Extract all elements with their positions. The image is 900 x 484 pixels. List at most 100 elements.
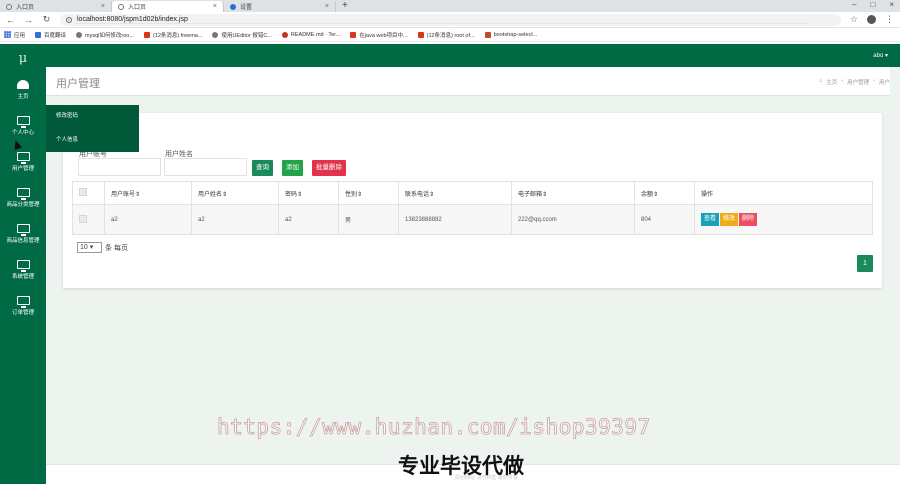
select-all-checkbox[interactable] [79,188,87,196]
sidebar-item-order-management[interactable]: 订单管理 [0,288,46,324]
page-size-suffix: 条 每页 [105,244,128,252]
bookmark-item[interactable]: mysql如何修改roo... [76,31,134,39]
cell-balance: 804 [634,204,695,235]
sidebar-item-label: 主页 [17,94,29,100]
browser-tab-strip: 入口页 × 入口页 × 设置 × + – □ × [0,0,900,12]
gear-icon [230,3,236,10]
close-window-icon[interactable]: × [889,0,894,9]
bookmark-item[interactable]: bootstrap-select... [484,31,537,38]
sidebar-item-label: 系统管理 [11,274,34,280]
monitor-icon [16,116,30,128]
breadcrumb-user-management[interactable]: 用户管理 [847,78,869,86]
new-tab-icon[interactable]: + [342,1,348,12]
minimize-icon[interactable]: – [852,0,856,9]
sidebar-item-system-management[interactable]: 系统管理 [0,252,46,288]
watermark-slogan: 专业毕设代做 [398,455,524,478]
name-input[interactable] [164,158,247,176]
csdn-icon [417,31,424,38]
bookmarks-bar: 应用 百度翻译 mysql如何修改roo... (12条消息) freema..… [0,28,900,42]
translate-icon [35,31,42,38]
menu-item-personal-info[interactable]: 个人信息 [46,129,139,153]
query-button[interactable]: 查询 [252,160,273,176]
delete-button[interactable]: 删除 [739,213,758,226]
close-tab-icon[interactable]: × [213,3,217,10]
select-all-cell [72,181,105,205]
row-checkbox[interactable] [79,214,87,223]
app-logo: μ [18,50,28,66]
bookmark-item[interactable]: 使用UEditor 报错C... [212,31,272,39]
bookmark-apps[interactable]: 应用 [4,31,25,39]
sidebar-item-product-management[interactable]: 商品信息管理 [0,216,46,252]
pagination-page-1[interactable]: 1 [857,255,873,272]
page-size-select[interactable]: 10 ▾ [77,242,102,253]
bootstrap-icon [484,31,491,38]
column-header[interactable]: 电子邮箱⇕ [511,181,635,205]
monitor-icon [16,152,30,164]
breadcrumb-home[interactable]: 主页 [826,78,837,86]
reload-icon[interactable]: ↻ [42,14,51,25]
sidebar-item-label: 个人中心 [11,130,34,136]
cell-account: a2 [104,204,192,235]
maximize-icon[interactable]: □ [870,0,875,9]
dashboard-icon [17,80,29,89]
bookmark-item[interactable]: 在java web项目中... [350,31,408,39]
column-header[interactable]: 性别⇕ [338,181,399,205]
profile-icon[interactable] [867,15,876,24]
info-icon[interactable]: i [66,16,72,23]
bookmark-item[interactable]: (12条消息) freema... [143,31,202,39]
browser-tab-2[interactable]: 入口页 × [112,1,224,12]
column-header[interactable]: 密码⇕ [278,181,339,205]
bookmark-item[interactable]: (12条消息) root of... [417,31,475,39]
link-icon [76,31,83,38]
menu-item-change-password[interactable]: 修改密码 [46,105,139,129]
page-title: 用户管理 [56,78,100,90]
forward-icon[interactable]: → [24,15,33,25]
breadcrumb-current: 用户 [878,80,890,86]
apps-icon [4,31,11,38]
sidebar-item-personal-center[interactable]: 个人中心 [0,108,46,144]
window-controls: – □ × [852,0,894,9]
close-tab-icon[interactable]: × [101,3,105,10]
bookmark-item[interactable]: README.md · Ter... [281,31,340,38]
breadcrumb-separator: › [873,78,875,84]
bookmark-item[interactable]: 百度翻译 [35,31,66,39]
close-tab-icon[interactable]: × [325,3,329,10]
address-bar-row: ← → ↻ i localhost:8080/jspm1d02b/index.j… [0,12,900,28]
sidebar-item-label: 商品信息管理 [6,238,40,244]
column-header[interactable]: 联系电话⇕ [398,181,512,205]
column-header[interactable]: 用户姓名⇕ [191,181,279,205]
cell-password: a2 [278,204,339,235]
column-header[interactable]: 余额⇕ [634,181,695,205]
back-icon[interactable]: ← [6,15,15,25]
sidebar-item-user-management[interactable]: 用户管理 [0,144,46,180]
star-icon[interactable]: ☆ [850,14,858,25]
tab-label: 入口页 [16,5,35,11]
browser-tab-1[interactable]: 入口页 × [0,1,112,12]
sidebar-item-home[interactable]: 主页 [0,72,46,108]
tab-label: 设置 [240,5,253,11]
batch-delete-button[interactable]: 批量删除 [312,160,346,176]
page-header: 用户管理 ⌂ 主页 › 用户管理 › 用户 [46,67,890,96]
menu-icon[interactable]: ⋮ [885,14,894,25]
csdn-icon [143,31,150,38]
tab-label: 入口页 [128,5,147,11]
user-menu[interactable]: abo ▾ [873,52,888,59]
home-icon: ⌂ [818,78,823,84]
watermark-url: https://www.huzhan.com/ishop39397 [217,415,651,440]
browser-tab-3[interactable]: 设置 × [224,1,336,12]
edit-button[interactable]: 修改 [720,213,739,226]
cell-gender: 男 [338,204,399,235]
sidebar: μ 主页 个人中心 用户管理 商品分类管理 商品信息管理 系统管理 订单管理 [0,44,46,484]
view-button[interactable]: 查看 [701,213,720,226]
link-icon [212,31,219,38]
sidebar-item-label: 商品分类管理 [6,202,40,208]
column-header[interactable]: 用户账号⇕ [104,181,192,205]
breadcrumb-separator: › [841,78,844,84]
table-header-row: 用户账号⇕ 用户姓名⇕ 密码⇕ 性别⇕ 联系电话⇕ 电子邮箱⇕ 余额⇕ 操作 [72,181,873,205]
gitee-icon [281,31,288,38]
cell-email: 222@qq.ccom [511,204,635,235]
account-input[interactable] [78,158,161,176]
add-button[interactable]: 添加 [282,160,303,176]
sidebar-item-category-management[interactable]: 商品分类管理 [0,180,46,216]
user-table: 用户账号⇕ 用户姓名⇕ 密码⇕ 性别⇕ 联系电话⇕ 电子邮箱⇕ 余额⇕ 操作 a… [72,181,873,235]
